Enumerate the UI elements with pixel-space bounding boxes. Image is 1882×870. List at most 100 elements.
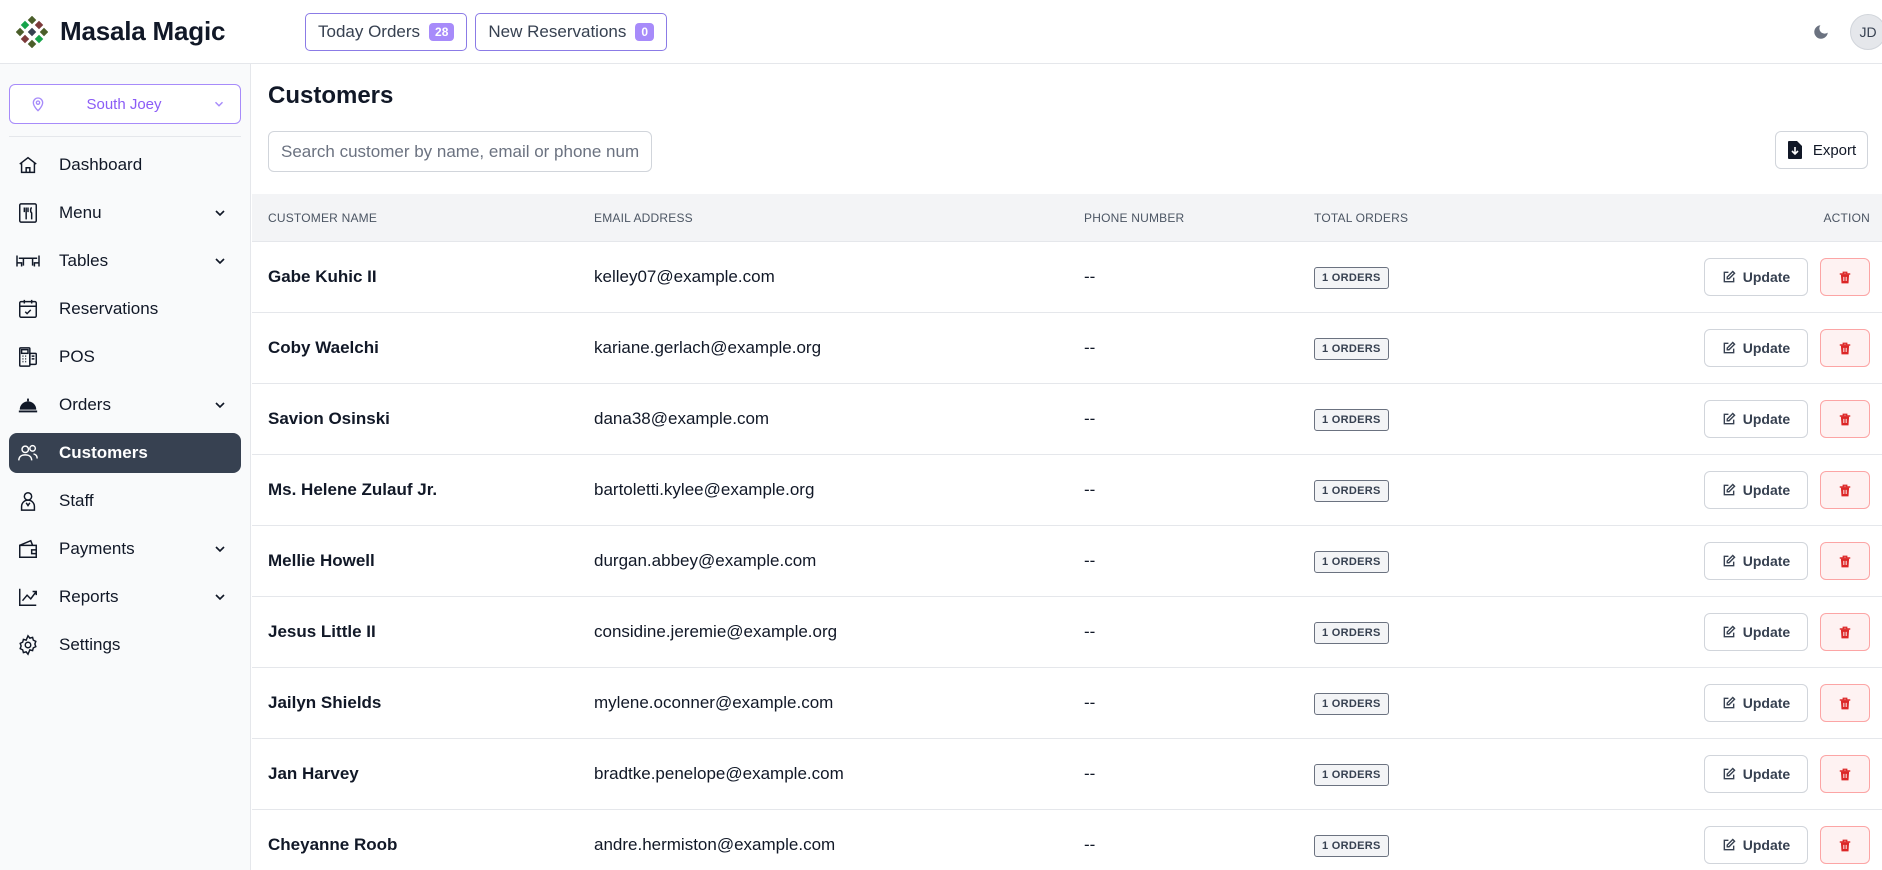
sidebar-item-reservations[interactable]: Reservations (9, 289, 241, 329)
sidebar-item-tables[interactable]: Tables (9, 241, 241, 281)
delete-button[interactable] (1820, 258, 1870, 296)
delete-button[interactable] (1820, 329, 1870, 367)
orders-badge: 1 ORDERS (1314, 692, 1389, 715)
customer-phone: -- (1084, 764, 1096, 783)
customer-phone: -- (1084, 480, 1096, 499)
table-row: Gabe Kuhic II kelley07@example.com -- 1 ORD… (252, 242, 1882, 313)
trash-icon (1838, 625, 1852, 640)
sidebar-item-menu[interactable]: Menu (9, 193, 241, 233)
edit-icon (1722, 412, 1736, 426)
delete-button[interactable] (1820, 684, 1870, 722)
orders-badge: 1 ORDERS (1314, 337, 1389, 360)
export-button[interactable]: Export (1775, 131, 1868, 169)
users-icon (15, 440, 41, 466)
new-reservations-button[interactable]: New Reservations 0 (475, 12, 668, 51)
map-pin-icon (32, 97, 44, 112)
page-title: Customers (268, 82, 394, 109)
today-orders-count: 28 (429, 22, 455, 41)
customer-email: durgan.abbey@example.com (594, 551, 817, 570)
column-header-orders[interactable]: TOTAL ORDERS (1314, 211, 1614, 225)
delete-button[interactable] (1820, 755, 1870, 793)
sidebar-item-label: POS (59, 347, 95, 366)
orders-badge: 1 ORDERS (1314, 479, 1389, 502)
dark-mode-toggle[interactable] (1810, 21, 1832, 43)
sidebar-item-label: Reports (59, 587, 119, 606)
location-selector[interactable]: South Joey (9, 84, 241, 124)
edit-icon (1722, 696, 1736, 710)
delete-button[interactable] (1820, 826, 1870, 864)
gear-icon (15, 632, 41, 658)
today-orders-button[interactable]: Today Orders 28 (305, 12, 468, 51)
customer-email: bartoletti.kylee@example.org (594, 480, 815, 499)
file-export-icon (1787, 141, 1802, 159)
edit-icon (1722, 767, 1736, 781)
update-button[interactable]: Update (1704, 542, 1808, 580)
delete-button[interactable] (1820, 471, 1870, 509)
table-row: Jan Harvey bradtke.penelope@example.com --… (252, 739, 1882, 810)
customer-email: mylene.oconner@example.com (594, 693, 834, 712)
user-avatar[interactable]: JD (1850, 13, 1882, 50)
new-reservations-count: 0 (635, 22, 655, 41)
delete-button[interactable] (1820, 613, 1870, 651)
update-button[interactable]: Update (1704, 400, 1808, 438)
export-label: Export (1812, 141, 1857, 159)
orders-badge: 1 ORDERS (1314, 408, 1389, 431)
update-button[interactable]: Update (1704, 826, 1808, 864)
sidebar-item-pos[interactable]: POS (9, 337, 241, 377)
update-button[interactable]: Update (1704, 684, 1808, 722)
trash-icon (1838, 341, 1852, 356)
orders-badge: 1 ORDERS (1314, 763, 1389, 786)
update-button[interactable]: Update (1704, 258, 1808, 296)
customer-phone: -- (1084, 835, 1096, 854)
menu-icon (15, 200, 41, 226)
update-label: Update (1742, 837, 1791, 853)
column-header-email[interactable]: EMAIL ADDRESS (594, 211, 1084, 225)
edit-icon (1722, 483, 1736, 497)
update-button[interactable]: Update (1704, 613, 1808, 651)
update-button[interactable]: Update (1704, 755, 1808, 793)
sidebar-item-label: Settings (59, 635, 121, 654)
app-name: Masala Magic (60, 16, 226, 46)
column-header-name[interactable]: CUSTOMER NAME (252, 211, 594, 225)
sidebar-item-orders[interactable]: Orders (9, 385, 241, 425)
customer-name: Coby Waelchi (268, 338, 379, 357)
chevron-down-icon (211, 588, 229, 606)
customer-email: kelley07@example.com (594, 267, 775, 286)
customer-phone: -- (1084, 409, 1096, 428)
customer-phone: -- (1084, 693, 1096, 712)
table-row: Jesus Little II considine.jeremie@example… (252, 597, 1882, 668)
logo-icon (16, 15, 48, 48)
trash-icon (1838, 554, 1852, 569)
update-button[interactable]: Update (1704, 329, 1808, 367)
table-icon (15, 248, 41, 274)
calendar-check-icon (15, 296, 41, 322)
trash-icon (1838, 696, 1852, 711)
customer-email: bradtke.penelope@example.com (594, 764, 844, 783)
staff-icon (15, 488, 41, 514)
delete-button[interactable] (1820, 542, 1870, 580)
sidebar-item-label: Tables (59, 251, 109, 270)
moon-icon (1814, 24, 1828, 39)
column-header-action: ACTION (1823, 210, 1870, 225)
sidebar-item-customers[interactable]: Customers (9, 433, 241, 473)
update-button[interactable]: Update (1704, 471, 1808, 509)
customer-name: Gabe Kuhic II (268, 267, 377, 286)
trash-icon (1838, 483, 1852, 498)
customer-email: kariane.gerlach@example.org (594, 338, 822, 357)
sidebar-item-label: Staff (59, 491, 94, 510)
sidebar-item-settings[interactable]: Settings (9, 625, 241, 665)
customer-phone: -- (1084, 622, 1096, 641)
update-label: Update (1742, 269, 1791, 285)
sidebar-item-dashboard[interactable]: Dashboard (9, 145, 241, 185)
delete-button[interactable] (1820, 400, 1870, 438)
sidebar-item-payments[interactable]: Payments (9, 529, 241, 569)
search-input[interactable] (268, 131, 652, 172)
update-label: Update (1742, 766, 1791, 782)
sidebar-item-staff[interactable]: Staff (9, 481, 241, 521)
brand[interactable]: Masala Magic (0, 15, 300, 48)
sidebar-item-reports[interactable]: Reports (9, 577, 241, 617)
sidebar-item-label: Dashboard (59, 155, 143, 174)
column-header-phone[interactable]: PHONE NUMBER (1084, 211, 1314, 225)
chevron-down-icon (211, 540, 229, 558)
table-row: Jailyn Shields mylene.oconner@example.com… (252, 668, 1882, 739)
